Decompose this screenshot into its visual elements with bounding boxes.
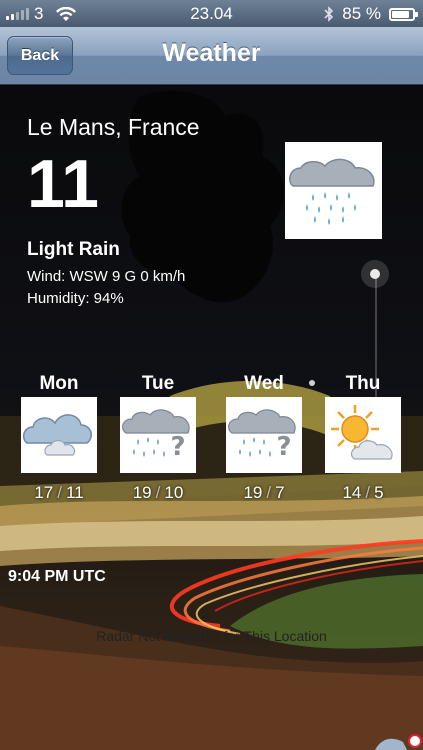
forecast-high: 19: [132, 483, 152, 502]
page-title: Weather: [162, 39, 261, 67]
forecast-temps: 17/11: [34, 483, 84, 502]
wind-info: Wind: WSW 9 G 0 km/h: [27, 268, 186, 285]
svg-text:?: ?: [170, 432, 185, 462]
forecast-temps: 14/5: [342, 483, 384, 502]
cloudy-icon: [21, 397, 97, 473]
rain-uncertain-icon: ?: [120, 397, 196, 473]
status-bar: 3 23.04 85 %: [0, 0, 423, 27]
webcam-timestamp: 9:04 PM UTC: [8, 568, 106, 585]
forecast-day: Tue ? 19/10: [119, 373, 197, 503]
forecast-day-name: Thu: [345, 373, 381, 394]
radar-unavailable-message: Radar Not Available for This Location: [96, 628, 327, 644]
forecast-day: Thu 14/5: [324, 373, 402, 503]
app-logo-icon: [375, 734, 422, 750]
partly-sunny-icon: [325, 397, 401, 473]
forecast-temps: 19/10: [132, 483, 184, 502]
forecast-day: Wed ? 19/7: [225, 373, 303, 503]
forecast-high: 14: [342, 483, 362, 502]
forecast-temps: 19/7: [243, 483, 285, 502]
humidity-info: Humidity: 94%: [27, 290, 124, 307]
forecast-day: Mon 17/11: [20, 373, 98, 503]
rain-cloud-icon: [285, 142, 382, 239]
forecast-low: 5: [374, 483, 384, 502]
location-name: Le Mans, France: [27, 114, 200, 140]
forecast-high: 19: [243, 483, 263, 502]
forecast-day-name: Tue: [141, 373, 175, 394]
navigation-bar: Back Weather: [0, 27, 423, 85]
battery-icon: [389, 7, 418, 21]
forecast-low: 7: [275, 483, 285, 502]
forecast-high: 17: [34, 483, 54, 502]
battery-percent: 85 %: [342, 4, 381, 23]
svg-text:?: ?: [276, 432, 291, 462]
forecast-day-name: Wed: [244, 373, 284, 394]
forecast-low: 11: [66, 483, 84, 502]
bluetooth-icon: [324, 6, 334, 22]
forecast-low: 10: [164, 483, 184, 502]
rain-uncertain-icon: ?: [226, 397, 302, 473]
condition-text: Light Rain: [27, 239, 120, 260]
forecast-day-name: Mon: [39, 373, 79, 394]
current-temperature: 11: [27, 146, 99, 222]
